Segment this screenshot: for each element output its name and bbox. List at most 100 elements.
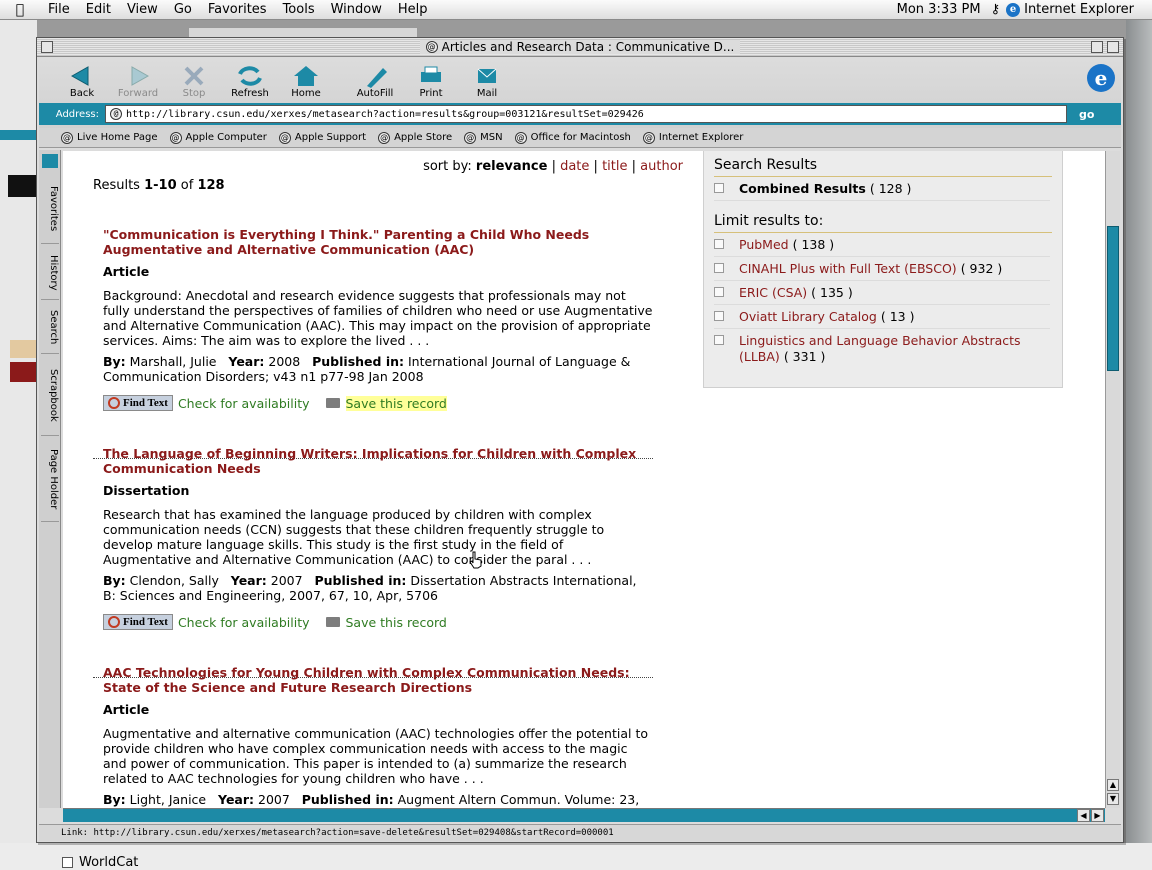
- fav-label: Internet Explorer: [658, 132, 744, 143]
- sort-date-link[interactable]: date: [560, 159, 589, 174]
- window-titlebar[interactable]: @ Articles and Research Data : Communica…: [37, 38, 1123, 57]
- user-icon[interactable]: ⚷: [991, 2, 1001, 17]
- database-row: PubMed( 138 ): [714, 233, 1050, 257]
- svg-text:e: e: [1095, 66, 1108, 90]
- fav-apple-store[interactable]: @ Apple Store: [378, 131, 452, 144]
- mail-button[interactable]: Mail: [459, 64, 515, 99]
- record-author: Light, Janice: [129, 792, 207, 807]
- menu-go[interactable]: Go: [166, 2, 200, 17]
- print-button[interactable]: Print: [403, 64, 459, 99]
- url-page-icon: @: [110, 108, 122, 120]
- record-abstract: Augmentative and alternative communicati…: [103, 726, 649, 786]
- autofill-button[interactable]: AutoFill: [347, 64, 403, 99]
- database-link[interactable]: PubMed: [739, 237, 789, 252]
- record-published: Augment Altern Commun. Volume: 23,: [397, 792, 640, 807]
- internet-explorer-logo: e: [1087, 64, 1115, 92]
- fav-label: Office for Macintosh: [530, 132, 631, 143]
- menu-file[interactable]: File: [40, 2, 78, 17]
- menubar-clock[interactable]: Mon 3:33 PM: [887, 2, 991, 17]
- fav-icon: @: [514, 131, 527, 144]
- database-link[interactable]: CINAHL Plus with Full Text (EBSCO): [739, 261, 957, 276]
- record-year: 2007: [258, 792, 290, 807]
- by-label: By:: [103, 354, 126, 369]
- forward-button[interactable]: Forward: [110, 64, 166, 99]
- refresh-icon: [238, 66, 262, 86]
- fav-icon: @: [464, 131, 477, 144]
- record-title-link[interactable]: "Communication is Everything I Think." P…: [103, 227, 653, 257]
- explorer-bar-tabs: Favorites History Search Scrapbook Page …: [39, 150, 61, 808]
- fav-office-for-macintosh[interactable]: @ Office for Macintosh: [514, 131, 631, 144]
- menu-favorites[interactable]: Favorites: [200, 2, 275, 17]
- sort-title-link[interactable]: title: [602, 159, 627, 174]
- explorer-bar-toggle[interactable]: [42, 154, 58, 168]
- expand-icon: [714, 263, 724, 273]
- home-button[interactable]: Home: [278, 64, 334, 99]
- worldcat-checkbox[interactable]: [62, 857, 73, 868]
- menu-tools[interactable]: Tools: [275, 2, 323, 17]
- app-menu[interactable]: e Internet Explorer: [1000, 2, 1152, 17]
- sort-author-link[interactable]: author: [640, 159, 683, 174]
- database-link[interactable]: ERIC (CSA): [739, 285, 807, 300]
- window-title: @ Articles and Research Data : Communica…: [419, 40, 741, 54]
- scroll-thumb[interactable]: [1107, 226, 1119, 371]
- go-button[interactable]: go: [1067, 108, 1094, 121]
- tab-search[interactable]: Search: [41, 302, 59, 354]
- collapse-box[interactable]: [1107, 41, 1119, 53]
- fav-internet-explorer[interactable]: @ Internet Explorer: [642, 131, 744, 144]
- fav-msn[interactable]: @ MSN: [464, 131, 503, 144]
- results-range: 1-10: [144, 178, 177, 193]
- find-text-button[interactable]: Find Text: [103, 614, 173, 630]
- address-input[interactable]: @ http://library.csun.edu/xerxes/metasea…: [105, 105, 1067, 123]
- browser-toolbar: Back Forward Stop Refresh Home AutoFill …: [39, 58, 1121, 138]
- address-url: http://library.csun.edu/xerxes/metasearc…: [126, 108, 644, 120]
- status-bar: Link: http://library.csun.edu/xerxes/met…: [39, 824, 1121, 841]
- folder-icon: [325, 398, 340, 408]
- save-record-link[interactable]: Save this record: [346, 615, 447, 630]
- sort-label: sort by:: [423, 159, 472, 174]
- combined-results-row[interactable]: Combined Results ( 128 ): [714, 177, 1050, 201]
- tab-page-holder[interactable]: Page Holder: [41, 438, 59, 522]
- status-text: Link: http://library.csun.edu/xerxes/met…: [61, 828, 614, 838]
- check-availability-link[interactable]: Check for availability: [178, 396, 310, 411]
- check-availability-link[interactable]: Check for availability: [178, 615, 310, 630]
- apple-menu-icon[interactable]: : [0, 2, 40, 18]
- database-link[interactable]: Linguistics and Language Behavior Abstra…: [739, 333, 1021, 364]
- scroll-left-arrow[interactable]: ◀: [1077, 809, 1090, 822]
- tab-favorites[interactable]: Favorites: [41, 174, 59, 244]
- back-button[interactable]: Back: [54, 64, 110, 99]
- fav-apple-support[interactable]: @ Apple Support: [278, 131, 366, 144]
- record-title-link[interactable]: AAC Technologies for Young Children with…: [103, 665, 653, 695]
- fav-icon: @: [378, 131, 391, 144]
- database-link[interactable]: Oviatt Library Catalog: [739, 309, 877, 324]
- menu-view[interactable]: View: [119, 2, 166, 17]
- save-record-link[interactable]: Save this record: [345, 395, 447, 411]
- fav-apple-computer[interactable]: @ Apple Computer: [169, 131, 267, 144]
- find-text-button[interactable]: Find Text: [103, 395, 173, 411]
- refresh-button[interactable]: Refresh: [222, 64, 278, 99]
- mail-icon: [477, 68, 497, 83]
- record-title-link[interactable]: The Language of Beginning Writers: Impli…: [103, 446, 653, 476]
- find-text-label: Find Text: [123, 616, 168, 628]
- scroll-down-arrow[interactable]: ▼: [1107, 793, 1119, 805]
- database-count: ( 138 ): [792, 237, 835, 252]
- record-actions: Find Text Check for availability Save th…: [103, 614, 653, 630]
- menu-help[interactable]: Help: [390, 2, 436, 17]
- address-label: Address:: [55, 108, 99, 120]
- menu-window[interactable]: Window: [323, 2, 390, 17]
- scroll-right-arrow[interactable]: ▶: [1091, 809, 1104, 822]
- menu-edit[interactable]: Edit: [78, 2, 119, 17]
- fav-label: Apple Computer: [185, 132, 267, 143]
- expand-icon: [714, 287, 724, 297]
- horizontal-scrollbar[interactable]: ◀ ▶: [63, 808, 1105, 822]
- worldcat-label: WorldCat: [79, 855, 139, 870]
- year-label: Year:: [228, 354, 265, 369]
- vertical-scrollbar[interactable]: ▲ ▼: [1105, 151, 1120, 808]
- close-box[interactable]: [41, 41, 53, 53]
- tab-history[interactable]: History: [41, 246, 59, 300]
- fav-live-home-page[interactable]: @ Live Home Page: [61, 131, 158, 144]
- results-prefix: Results: [93, 178, 140, 193]
- scroll-up-arrow[interactable]: ▲: [1107, 779, 1119, 791]
- zoom-box[interactable]: [1091, 41, 1103, 53]
- tab-scrapbook[interactable]: Scrapbook: [41, 356, 59, 436]
- stop-button[interactable]: Stop: [166, 64, 222, 99]
